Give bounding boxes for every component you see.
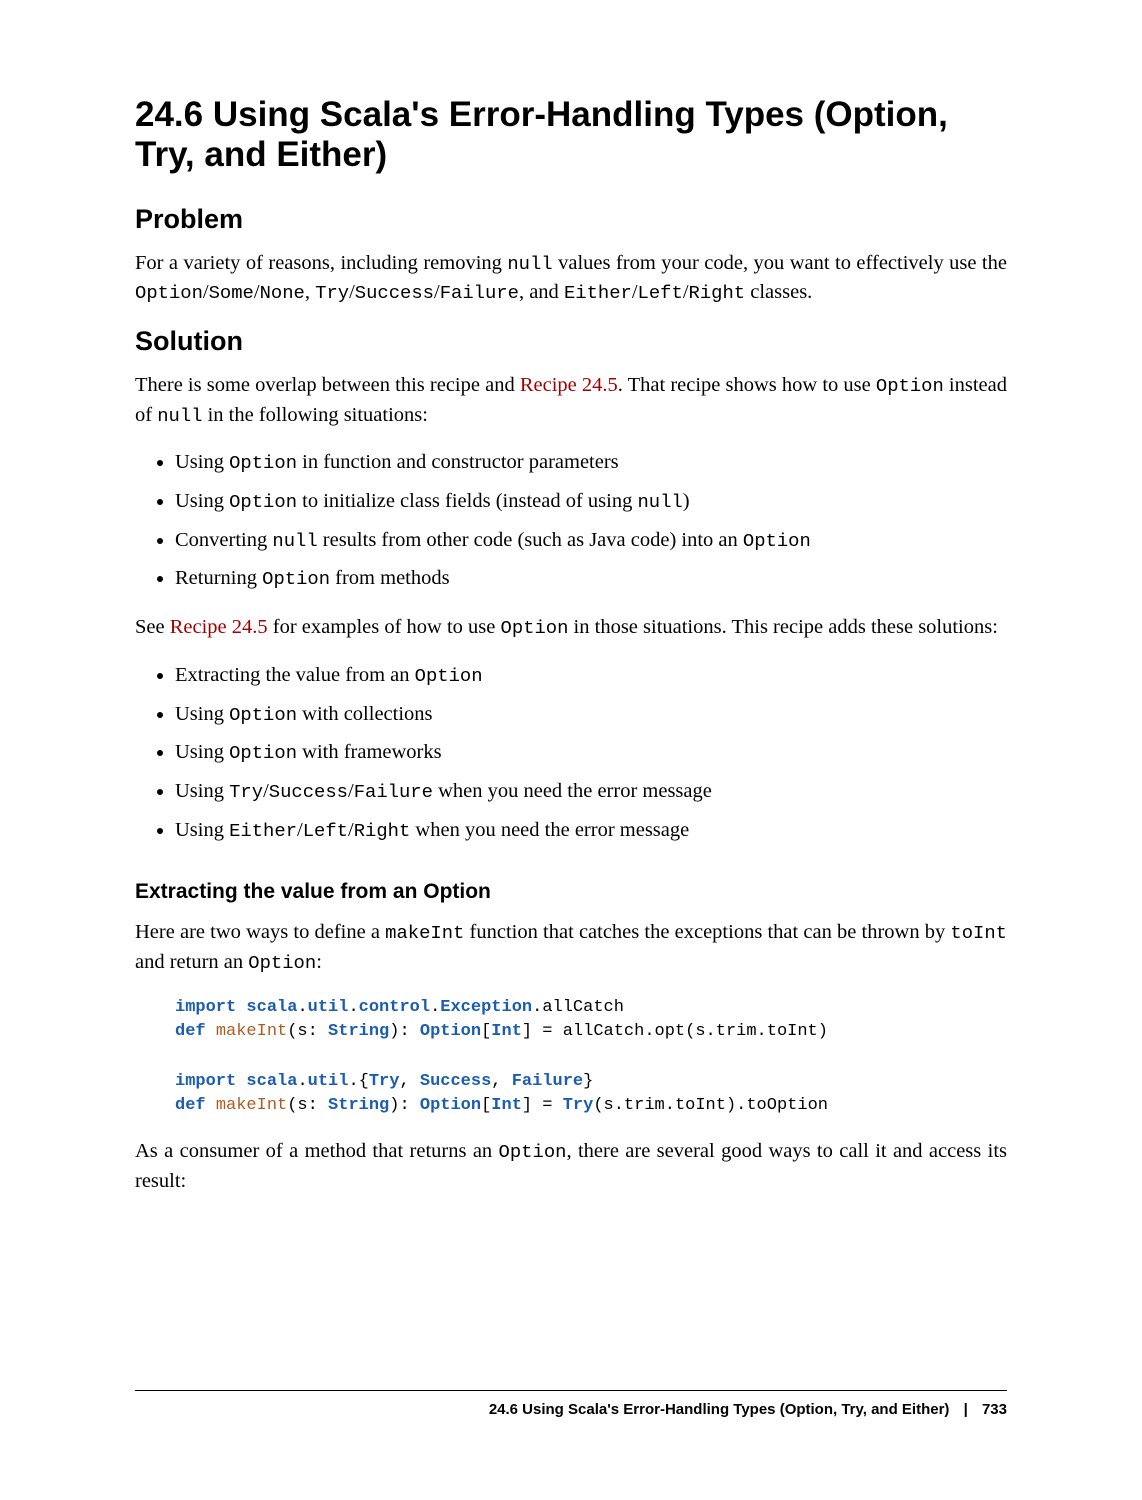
- list-item: Using Either/Left/Right when you need th…: [175, 816, 1007, 845]
- code-option: Option: [248, 952, 316, 974]
- list-item: Converting null results from other code …: [175, 526, 1007, 555]
- code-option: Option: [876, 375, 944, 397]
- problem-paragraph: For a variety of reasons, including remo…: [135, 249, 1007, 308]
- code-right: Right: [689, 282, 746, 304]
- solution-paragraph-1: There is some overlap between this recip…: [135, 371, 1007, 430]
- code-failure: Failure: [440, 282, 519, 304]
- recipe-link[interactable]: Recipe 24.5: [520, 374, 618, 396]
- footer-title: 24.6 Using Scala's Error-Handling Types …: [489, 1401, 950, 1418]
- page-number: 733: [982, 1401, 1007, 1418]
- code-try: Try: [315, 282, 349, 304]
- list-item: Extracting the value from an Option: [175, 661, 1007, 690]
- code-option: Option: [499, 1141, 567, 1163]
- problem-heading: Problem: [135, 204, 1007, 235]
- footer-separator: |: [964, 1401, 968, 1418]
- solution-list-1: Using Option in function and constructor…: [175, 448, 1007, 593]
- code-some: Some: [209, 282, 254, 304]
- code-toint: toInt: [950, 922, 1007, 944]
- solution-heading: Solution: [135, 326, 1007, 357]
- code-option: Option: [135, 282, 203, 304]
- list-item: Using Option to initialize class fields …: [175, 487, 1007, 516]
- list-item: Using Try/Success/Failure when you need …: [175, 777, 1007, 806]
- code-success: Success: [355, 282, 434, 304]
- code-makeint: makeInt: [385, 922, 464, 944]
- code-null: null: [507, 253, 552, 275]
- section-title: 24.6 Using Scala's Error-Handling Types …: [135, 95, 1007, 176]
- code-null: null: [157, 405, 202, 427]
- extracting-paragraph-1: Here are two ways to define a makeInt fu…: [135, 918, 1007, 977]
- extracting-paragraph-2: As a consumer of a method that returns a…: [135, 1137, 1007, 1196]
- code-option: Option: [501, 617, 569, 639]
- solution-paragraph-2: See Recipe 24.5 for examples of how to u…: [135, 613, 1007, 643]
- recipe-link[interactable]: Recipe 24.5: [170, 616, 268, 638]
- code-left: Left: [638, 282, 683, 304]
- code-either: Either: [564, 282, 632, 304]
- extracting-heading: Extracting the value from an Option: [135, 880, 1007, 904]
- list-item: Using Option with collections: [175, 700, 1007, 729]
- solution-list-2: Extracting the value from an Option Usin…: [175, 661, 1007, 844]
- list-item: Using Option with frameworks: [175, 738, 1007, 767]
- page-footer: 24.6 Using Scala's Error-Handling Types …: [135, 1390, 1007, 1418]
- list-item: Returning Option from methods: [175, 564, 1007, 593]
- code-none: None: [260, 282, 305, 304]
- list-item: Using Option in function and constructor…: [175, 448, 1007, 477]
- code-block: import scala.util.control.Exception.allC…: [175, 996, 1007, 1119]
